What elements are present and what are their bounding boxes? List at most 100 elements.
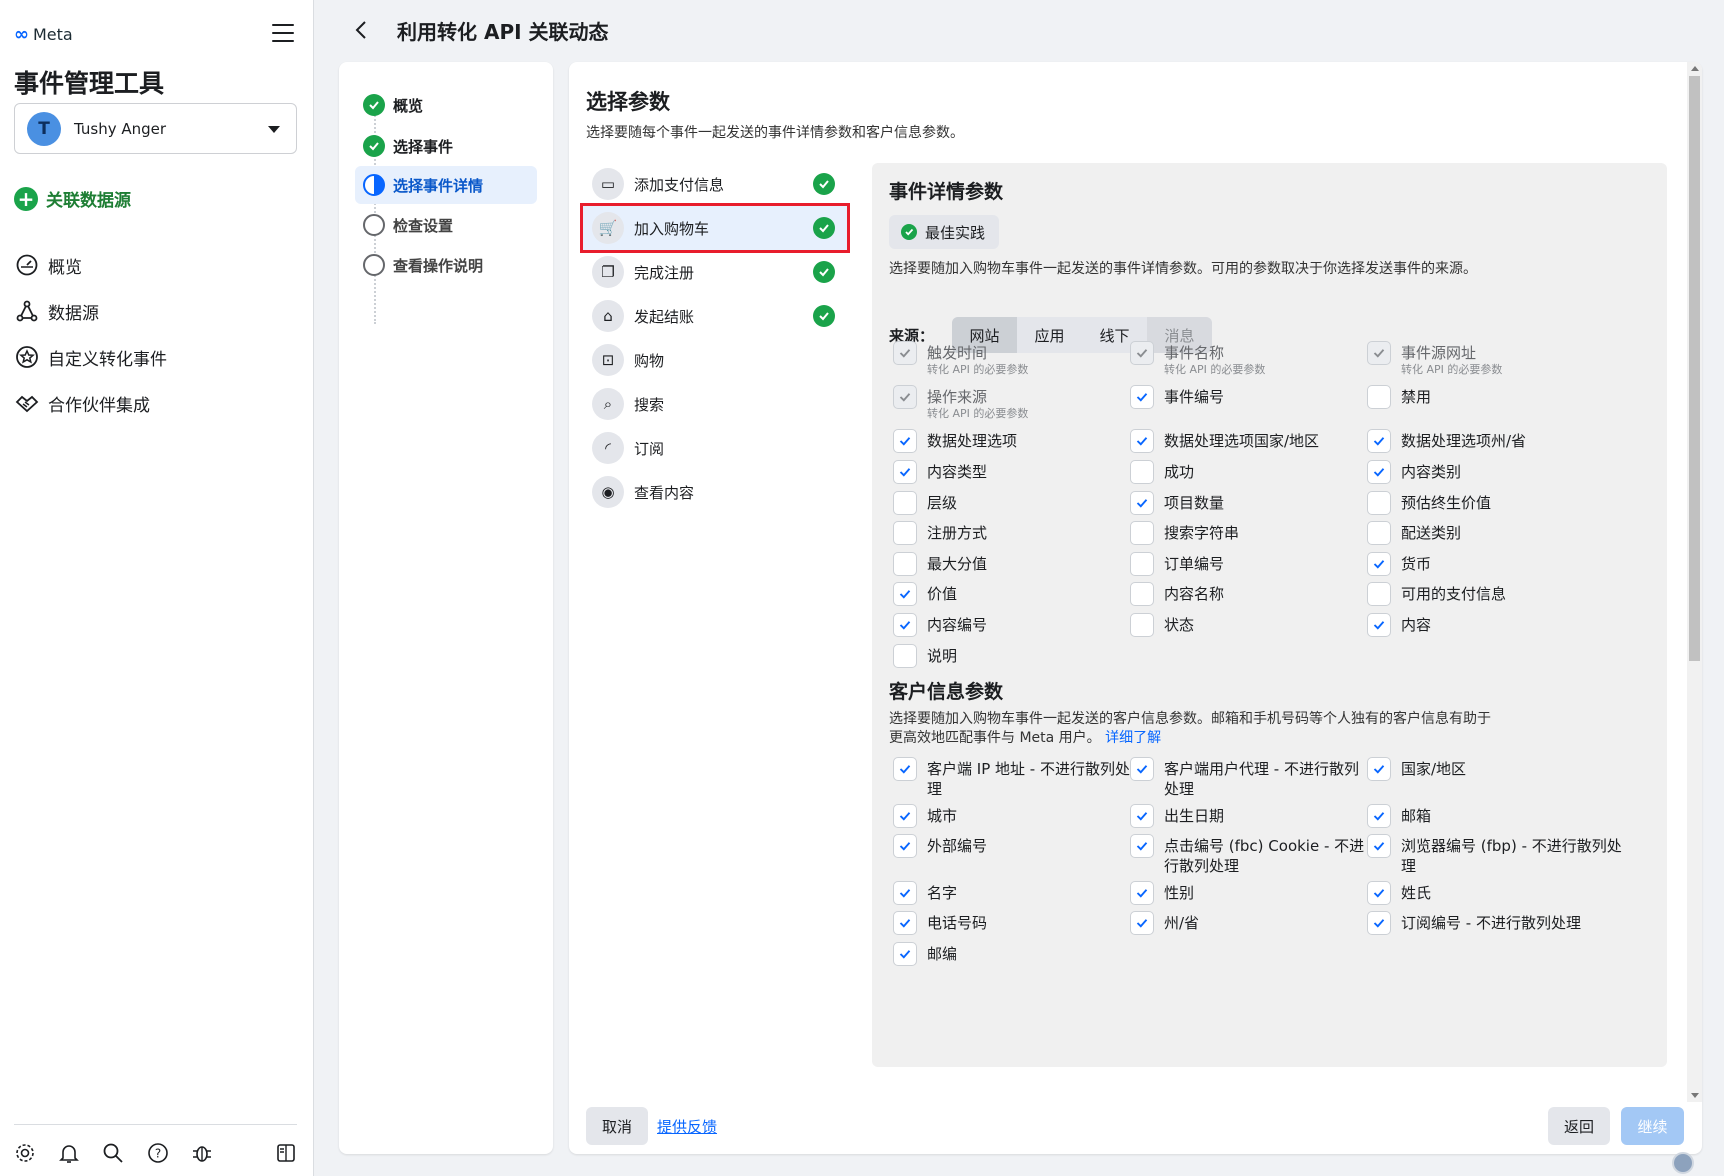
event-item[interactable]: 🛒 加入购物车 xyxy=(580,203,850,253)
param-option[interactable]: 可用的支付信息 xyxy=(1367,582,1633,613)
scroll-down-arrow-icon[interactable] xyxy=(1691,1093,1699,1098)
param-option[interactable]: 电话号码 xyxy=(893,911,1130,942)
param-option[interactable]: 姓氏 xyxy=(1367,881,1633,911)
param-option[interactable]: 搜索字符串 xyxy=(1130,521,1367,552)
param-option[interactable]: 价值 xyxy=(893,582,1130,613)
back-arrow-icon[interactable] xyxy=(350,18,374,42)
param-option[interactable]: 浏览器编号 (fbp) - 不进行散列处理 xyxy=(1367,834,1633,881)
event-item[interactable]: ⊡ 购物 xyxy=(583,338,847,382)
param-option[interactable]: 点击编号 (fbc) Cookie - 不进行散列处理 xyxy=(1130,834,1367,881)
checkbox[interactable] xyxy=(1367,911,1391,935)
search-icon[interactable] xyxy=(102,1141,124,1165)
globe-icon[interactable] xyxy=(1672,1152,1694,1174)
checkbox[interactable] xyxy=(893,613,917,637)
checkbox[interactable] xyxy=(893,460,917,484)
checkbox[interactable] xyxy=(1130,757,1154,781)
param-option[interactable]: 性别 xyxy=(1130,881,1367,911)
checkbox[interactable] xyxy=(1367,521,1391,545)
event-item[interactable]: ❐ 完成注册 xyxy=(583,250,847,294)
checkbox[interactable] xyxy=(1130,804,1154,828)
param-option[interactable]: 内容编号 xyxy=(893,613,1130,644)
param-option[interactable]: 内容类型 xyxy=(893,460,1130,491)
param-option[interactable]: 成功 xyxy=(1130,460,1367,491)
param-option[interactable]: 出生日期 xyxy=(1130,804,1367,834)
bug-icon[interactable] xyxy=(191,1141,213,1165)
checkbox[interactable] xyxy=(1130,552,1154,576)
checkbox[interactable] xyxy=(893,552,917,576)
checkbox[interactable] xyxy=(1130,613,1154,637)
back-button[interactable]: 返回 xyxy=(1548,1107,1610,1145)
event-item[interactable]: ◉ 查看内容 xyxy=(583,470,847,514)
checkbox[interactable] xyxy=(1367,429,1391,453)
param-option[interactable]: 注册方式 xyxy=(893,521,1130,552)
checkbox[interactable] xyxy=(1130,834,1154,858)
checkbox[interactable] xyxy=(1130,881,1154,905)
param-option[interactable]: 状态 xyxy=(1130,613,1367,644)
checkbox[interactable] xyxy=(893,834,917,858)
checkbox[interactable] xyxy=(893,521,917,545)
checkbox[interactable] xyxy=(1130,911,1154,935)
checkbox[interactable] xyxy=(893,644,917,668)
param-option[interactable]: 货币 xyxy=(1367,552,1633,582)
checkbox[interactable] xyxy=(1130,460,1154,484)
checkbox[interactable] xyxy=(1130,582,1154,606)
event-item[interactable]: ⌂ 发起结账 xyxy=(583,294,847,338)
step-select-event-details[interactable]: 选择事件详情 xyxy=(355,166,537,204)
bell-icon[interactable] xyxy=(58,1141,80,1165)
sidebar-item-custom-conversions[interactable]: 自定义转化事件 xyxy=(14,334,167,380)
param-option[interactable]: 州/省 xyxy=(1130,911,1367,942)
checkbox[interactable] xyxy=(893,429,917,453)
param-option[interactable]: 配送类别 xyxy=(1367,521,1633,552)
checkbox[interactable] xyxy=(1367,757,1391,781)
checkbox[interactable] xyxy=(893,911,917,935)
param-option[interactable]: 说明 xyxy=(893,644,1130,675)
feedback-link[interactable]: 提供反馈 xyxy=(657,1116,717,1137)
checkbox[interactable] xyxy=(1367,460,1391,484)
menu-icon[interactable] xyxy=(272,24,294,42)
learn-more-link[interactable]: 详细了解 xyxy=(1105,730,1161,746)
param-option[interactable]: 邮箱 xyxy=(1367,804,1633,834)
param-option[interactable]: 外部编号 xyxy=(893,834,1130,881)
param-option[interactable]: 数据处理选项州/省 xyxy=(1367,429,1633,460)
checkbox[interactable] xyxy=(1367,881,1391,905)
checkbox[interactable] xyxy=(893,757,917,781)
param-option[interactable]: 邮编 xyxy=(893,942,1130,973)
event-item[interactable]: ⌕ 搜索 xyxy=(583,382,847,426)
checkbox[interactable] xyxy=(1130,429,1154,453)
cancel-button[interactable]: 取消 xyxy=(586,1107,648,1145)
checkbox[interactable] xyxy=(893,942,917,966)
param-option[interactable]: 数据处理选项 xyxy=(893,429,1130,460)
param-option[interactable]: 项目数量 xyxy=(1130,491,1367,521)
scrollbar-thumb[interactable] xyxy=(1689,76,1700,661)
step-select-events[interactable]: 选择事件 xyxy=(355,127,537,165)
connect-data-source-button[interactable]: + 关联数据源 xyxy=(14,186,131,211)
continue-button[interactable]: 继续 xyxy=(1621,1107,1684,1145)
param-option[interactable]: 名字 xyxy=(893,881,1130,911)
checkbox[interactable] xyxy=(1367,582,1391,606)
scrollbar[interactable] xyxy=(1687,62,1702,1102)
param-option[interactable]: 客户端 IP 地址 - 不进行散列处理 xyxy=(893,757,1130,804)
param-option[interactable]: 内容类别 xyxy=(1367,460,1633,491)
scroll-up-arrow-icon[interactable] xyxy=(1691,66,1699,71)
checkbox[interactable] xyxy=(1130,385,1154,409)
checkbox[interactable] xyxy=(893,582,917,606)
checkbox[interactable] xyxy=(1130,521,1154,545)
meta-logo[interactable]: ∞ Meta xyxy=(14,24,73,45)
sidebar-item-partner-integrations[interactable]: 合作伙伴集成 xyxy=(14,380,167,426)
param-option[interactable]: 禁用 xyxy=(1367,385,1633,429)
param-option[interactable]: 事件编号 xyxy=(1130,385,1367,429)
checkbox[interactable] xyxy=(1367,491,1391,515)
param-option[interactable]: 预估终生价值 xyxy=(1367,491,1633,521)
event-item[interactable]: ◜ 订阅 xyxy=(583,426,847,470)
checkbox[interactable] xyxy=(1367,834,1391,858)
checkbox[interactable] xyxy=(893,881,917,905)
step-view-instructions[interactable]: 查看操作说明 xyxy=(355,246,537,284)
panel-toggle-icon[interactable] xyxy=(275,1141,297,1165)
checkbox[interactable] xyxy=(1367,804,1391,828)
checkbox[interactable] xyxy=(1367,613,1391,637)
param-option[interactable]: 城市 xyxy=(893,804,1130,834)
checkbox[interactable] xyxy=(893,804,917,828)
help-icon[interactable]: ? xyxy=(147,1141,169,1165)
step-overview[interactable]: 概览 xyxy=(355,86,537,124)
param-option[interactable]: 国家/地区 xyxy=(1367,757,1633,804)
